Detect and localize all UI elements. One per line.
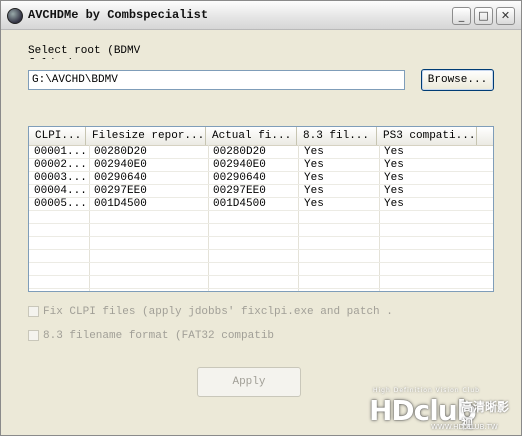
ps3-compatible-cell: Yes <box>384 198 404 210</box>
app-icon <box>7 8 23 24</box>
ps3-compatible-cell: Yes <box>384 185 404 197</box>
filesize-reported-cell: 00280D20 <box>94 146 147 158</box>
apply-button[interactable]: Apply <box>197 367 301 397</box>
filesize-reported-cell: 002940E0 <box>94 159 147 171</box>
table-row[interactable]: 00003... 00290640 00290640 Yes Yes <box>29 172 493 185</box>
browse-button[interactable]: Browse... <box>421 69 494 91</box>
filename-83-cell: Yes <box>304 146 324 158</box>
actual-filesize-cell: 002940E0 <box>213 159 266 171</box>
grid-line <box>29 275 493 276</box>
ps3-compatible-cell: Yes <box>384 159 404 171</box>
clpi-cell: 00003... <box>34 172 87 184</box>
filesize-reported-cell: 00290640 <box>94 172 147 184</box>
ps3-compatible-cell: Yes <box>384 146 404 158</box>
column-header[interactable]: CLPI... <box>29 127 86 145</box>
grid-line <box>29 249 493 250</box>
minimize-button[interactable]: _ <box>452 7 471 25</box>
table-header: CLPI... Filesize repor... Actual fi... 8… <box>29 127 493 146</box>
grid-line <box>29 288 493 289</box>
watermark-tagline: High Definition Vision Club <box>373 387 480 394</box>
filesize-reported-cell: 00297EE0 <box>94 185 147 197</box>
actual-filesize-cell: 00297EE0 <box>213 185 266 197</box>
filename-83-label: 8.3 filename format (FAT32 compatib <box>43 330 275 342</box>
grid-line <box>29 223 493 224</box>
main-window: AVCHDMe by Combspecialist _ □ ✕ Select r… <box>0 0 522 436</box>
clpi-table[interactable]: CLPI... Filesize repor... Actual fi... 8… <box>28 126 494 292</box>
filename-83-cell: Yes <box>304 185 324 197</box>
filename-83-checkbox[interactable] <box>28 330 39 341</box>
ps3-compatible-cell: Yes <box>384 172 404 184</box>
fix-clpi-checkbox[interactable] <box>28 306 39 317</box>
table-row[interactable]: 00001... 00280D20 00280D20 Yes Yes <box>29 146 493 159</box>
window-title: AVCHDMe by Combspecialist <box>28 8 209 22</box>
filename-83-cell: Yes <box>304 198 324 210</box>
actual-filesize-cell: 00280D20 <box>213 146 266 158</box>
clpi-cell: 00001... <box>34 146 87 158</box>
filename-83-cell: Yes <box>304 159 324 171</box>
table-row[interactable]: 00002... 002940E0 002940E0 Yes Yes <box>29 159 493 172</box>
hdclub-watermark: High Definition Vision Club HDclub 高清晰影视… <box>369 387 515 433</box>
fix-clpi-label: Fix CLPI files (apply jdobbs' fixclpi.ex… <box>43 306 393 318</box>
clpi-cell: 00005... <box>34 198 87 210</box>
root-folder-label: Select root (BDMV folder) <box>28 45 141 59</box>
column-header[interactable]: Filesize repor... <box>86 127 206 145</box>
close-button[interactable]: ✕ <box>496 7 515 25</box>
maximize-button[interactable]: □ <box>474 7 493 25</box>
grid-line <box>29 262 493 263</box>
watermark-url: WWW.HD.CLUB.TW <box>431 423 498 431</box>
title-bar[interactable]: AVCHDMe by Combspecialist _ □ ✕ <box>1 1 521 30</box>
table-row[interactable]: 00004... 00297EE0 00297EE0 Yes Yes <box>29 185 493 198</box>
actual-filesize-cell: 001D4500 <box>213 198 266 210</box>
column-header[interactable]: 8.3 fil... <box>297 127 377 145</box>
column-header[interactable]: PS3 compati... <box>377 127 477 145</box>
actual-filesize-cell: 00290640 <box>213 172 266 184</box>
grid-line <box>29 236 493 237</box>
root-path-input[interactable]: G:\AVCHD\BDMV <box>28 70 405 90</box>
filesize-reported-cell: 001D4500 <box>94 198 147 210</box>
clpi-cell: 00004... <box>34 185 87 197</box>
table-row[interactable]: 00005... 001D4500 001D4500 Yes Yes <box>29 198 493 211</box>
filename-83-cell: Yes <box>304 172 324 184</box>
column-header[interactable]: Actual fi... <box>206 127 297 145</box>
clpi-cell: 00002... <box>34 159 87 171</box>
